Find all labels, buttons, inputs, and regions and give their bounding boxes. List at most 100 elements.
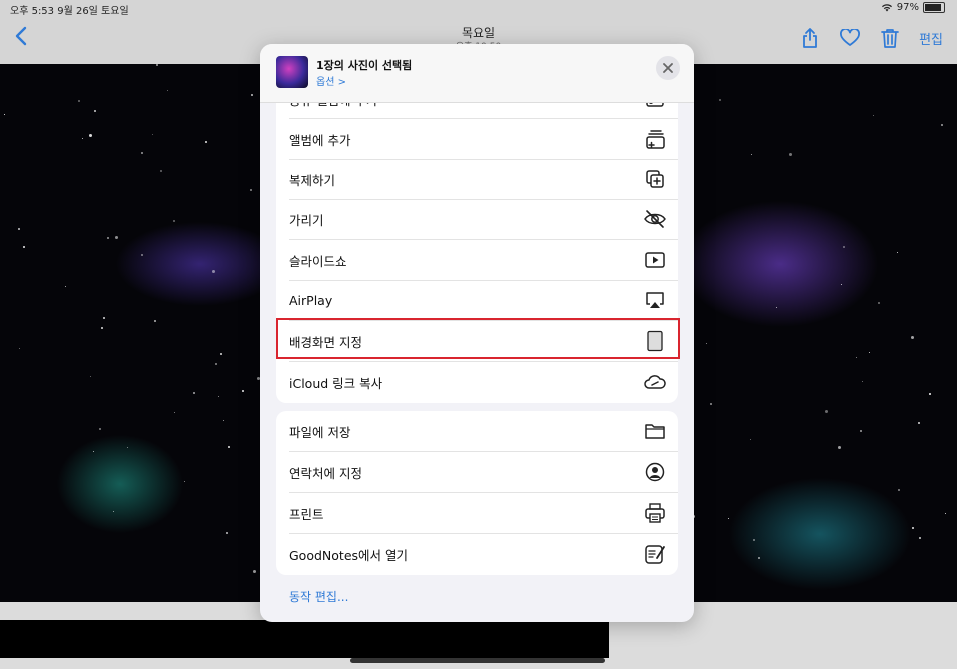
- star-decoration: [99, 428, 101, 430]
- star-decoration: [825, 410, 828, 413]
- star-decoration: [107, 237, 109, 239]
- duplicate-icon: [643, 167, 667, 191]
- icloud-link-icon: [643, 370, 667, 394]
- goodnotes-icon: [643, 542, 667, 566]
- slideshow-icon: [643, 248, 667, 272]
- action-copy-icloud-link[interactable]: iCloud 링크 복사: [276, 362, 678, 402]
- action-label: 프린트: [289, 506, 324, 522]
- star-decoration: [897, 252, 898, 253]
- action-label: iCloud 링크 복사: [289, 375, 383, 391]
- action-group-2: 파일에 저장 연락처에 지정 프린트 GoodNotes에서 열기: [276, 411, 678, 575]
- action-label: AirPlay: [289, 292, 333, 308]
- star-decoration: [918, 422, 920, 424]
- star-decoration: [19, 348, 20, 349]
- action-print[interactable]: 프린트: [276, 493, 678, 533]
- status-indicators: 97%: [881, 2, 945, 13]
- star-decoration: [228, 446, 230, 448]
- action-label: 연락처에 지정: [289, 465, 362, 481]
- star-decoration: [753, 539, 755, 541]
- action-add-to-album[interactable]: 앨범에 추가: [276, 119, 678, 159]
- contact-icon: [643, 460, 667, 484]
- action-label: 슬라이드쇼: [289, 253, 347, 269]
- star-decoration: [253, 570, 256, 573]
- action-label: 가리기: [289, 212, 324, 228]
- action-group-1: 공유 앨범에 추가 앨범에 추가 복제하기 가리기 슬라이드쇼: [276, 84, 678, 403]
- favorite-button[interactable]: [839, 27, 861, 49]
- star-decoration: [94, 110, 96, 112]
- star-decoration: [912, 527, 914, 529]
- action-duplicate[interactable]: 복제하기: [276, 159, 678, 199]
- trash-icon: [881, 29, 899, 48]
- delete-button[interactable]: [879, 27, 901, 49]
- home-indicator[interactable]: [350, 658, 605, 663]
- share-sheet-title: 1장의 사진이 선택됨: [316, 59, 413, 72]
- share-sheet-header: 1장의 사진이 선택됨 옵션 >: [260, 44, 694, 103]
- print-icon: [643, 501, 667, 525]
- star-decoration: [750, 439, 751, 440]
- star-decoration: [706, 343, 707, 344]
- star-decoration: [93, 451, 94, 452]
- share-button[interactable]: [799, 27, 821, 49]
- star-decoration: [127, 447, 128, 448]
- star-decoration: [911, 336, 914, 339]
- status-time-date: 오후 5:53 9월 26일 토요일: [10, 6, 129, 17]
- star-decoration: [898, 489, 900, 491]
- star-decoration: [215, 363, 217, 365]
- battery-level: [925, 4, 941, 11]
- star-decoration: [223, 420, 224, 421]
- star-decoration: [173, 220, 175, 222]
- star-decoration: [65, 286, 66, 287]
- star-decoration: [113, 511, 114, 512]
- star-decoration: [728, 518, 729, 519]
- star-decoration: [838, 446, 841, 449]
- action-airplay[interactable]: AirPlay: [276, 280, 678, 320]
- action-label: 배경화면 지정: [289, 334, 362, 350]
- star-decoration: [758, 557, 760, 559]
- star-decoration: [156, 64, 158, 66]
- star-decoration: [789, 153, 792, 156]
- wifi-icon: [881, 4, 892, 12]
- hide-icon: [643, 207, 667, 231]
- folder-icon: [643, 419, 667, 443]
- star-decoration: [869, 352, 870, 353]
- action-open-in-goodnotes[interactable]: GoodNotes에서 열기: [276, 534, 678, 574]
- star-decoration: [710, 403, 712, 405]
- action-hide[interactable]: 가리기: [276, 199, 678, 239]
- action-label: GoodNotes에서 열기: [289, 547, 408, 563]
- action-assign-to-contact[interactable]: 연락처에 지정: [276, 452, 678, 492]
- star-decoration: [101, 327, 103, 329]
- star-decoration: [776, 307, 777, 308]
- star-decoration: [205, 141, 207, 143]
- star-decoration: [862, 381, 863, 382]
- star-decoration: [4, 114, 5, 115]
- action-set-wallpaper[interactable]: 배경화면 지정: [276, 321, 678, 361]
- star-decoration: [945, 513, 946, 514]
- edit-actions-link[interactable]: 동작 편집...: [289, 588, 348, 605]
- star-decoration: [174, 412, 175, 413]
- star-decoration: [167, 90, 168, 91]
- star-decoration: [719, 99, 721, 101]
- edit-button[interactable]: 편집: [919, 29, 943, 48]
- star-decoration: [873, 115, 874, 116]
- star-decoration: [242, 390, 244, 392]
- options-link[interactable]: 옵션 >: [316, 73, 346, 88]
- nav-actions: 편집: [799, 27, 943, 49]
- close-button[interactable]: [656, 56, 680, 80]
- action-save-to-files[interactable]: 파일에 저장: [276, 411, 678, 451]
- action-label: 복제하기: [289, 172, 336, 188]
- star-decoration: [919, 537, 921, 539]
- action-slideshow[interactable]: 슬라이드쇼: [276, 240, 678, 280]
- battery-percent: 97%: [896, 2, 919, 13]
- star-decoration: [929, 393, 931, 395]
- star-decoration: [878, 302, 880, 304]
- star-decoration: [860, 430, 862, 432]
- star-decoration: [251, 94, 253, 96]
- star-decoration: [856, 357, 857, 358]
- share-sheet: 1장의 사진이 선택됨 옵션 > 공유 앨범에 추가 앨범에 추가 복제하기: [260, 44, 694, 622]
- star-decoration: [843, 246, 845, 248]
- selected-photo-thumbnail: [276, 56, 308, 88]
- star-decoration: [751, 154, 752, 155]
- share-icon: [803, 28, 817, 48]
- action-label: 파일에 저장: [289, 424, 351, 440]
- star-decoration: [82, 138, 83, 139]
